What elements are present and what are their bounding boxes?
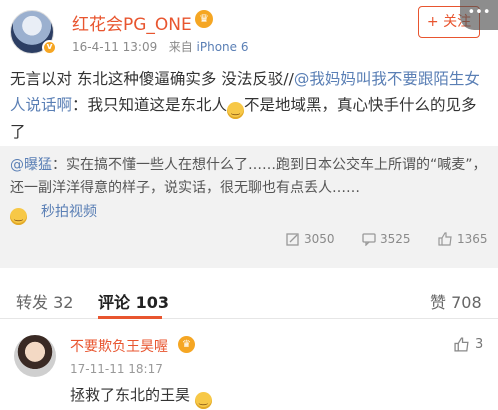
post-source[interactable]: iPhone 6 [197, 40, 249, 54]
active-tab-indicator [98, 316, 162, 319]
comment-like-count: 3 [475, 337, 484, 352]
more-dots-icon[interactable]: ••• [460, 0, 498, 30]
post-text-part1: 无言以对 东北这种傻逼确实多 没法反驳// [10, 70, 294, 88]
post-meta: 16-4-11 13:09 来自 iPhone 6 [72, 38, 249, 55]
repost-mention[interactable]: @曝猛 [10, 157, 52, 173]
repost-icon [286, 233, 299, 246]
comment-like-button[interactable]: 3 [454, 337, 483, 352]
comment-item: 不要欺负王昊喔 ♛ 17-11-11 18:17 拯救了东北的王昊 ‿ 3 [0, 326, 498, 410]
commenter-username[interactable]: 不要欺负王昊喔 [70, 336, 168, 356]
post-header: v 红花会PG_ONE ♛ 16-4-11 13:09 来自 iPhone 6 … [0, 0, 498, 62]
post-body: 无言以对 东北这种傻逼确实多 没法反驳//@我妈妈叫我不要跟陌生女人说话啊：我只… [10, 66, 488, 145]
emoji-face-icon: ‿ [194, 392, 212, 409]
tab-likes[interactable]: 赞 708 [430, 289, 482, 313]
post-text-part2: ：我只知道这是东北人 [72, 96, 228, 114]
verified-badge-icon: v [42, 40, 57, 55]
video-label[interactable]: 秒拍视频 [41, 204, 97, 220]
vip-crown-icon: ♛ [178, 336, 195, 353]
repost-text: ：实在搞不懂一些人在想什么了……跑到日本公交车上所谓的“喊麦”，还一副洋洋得意的… [10, 157, 487, 196]
comment-count: 3525 [380, 232, 411, 246]
comment-body: 拯救了东北的王昊 [70, 386, 191, 404]
repost-count-button[interactable]: 3050 [286, 232, 335, 246]
repost-body: @曝猛：实在搞不懂一些人在想什么了……跑到日本公交车上所谓的“喊麦”，还一副洋洋… [10, 154, 490, 200]
thumbs-up-icon [438, 232, 452, 246]
repost-count: 3050 [304, 232, 335, 246]
emoji-face-icon: ‿ [227, 102, 245, 119]
comment-text: 拯救了东北的王昊 ‿ [70, 384, 212, 409]
comment-time: 17-11-11 18:17 [70, 362, 163, 376]
tab-comments[interactable]: 评论 103 [98, 289, 169, 313]
source-prefix: 来自 [168, 40, 193, 54]
comment-icon [362, 233, 376, 246]
emoji-face-icon: ‿ [10, 208, 27, 225]
repost-box[interactable]: @曝猛：实在搞不懂一些人在想什么了……跑到日本公交车上所谓的“喊麦”，还一副洋洋… [0, 146, 498, 268]
vip-crown-icon: ♛ [195, 10, 213, 28]
interaction-tabs: 转发 32 评论 103 赞 708 [0, 281, 498, 319]
video-link[interactable]: ‿ 秒拍视频 [10, 201, 97, 225]
thumbs-up-icon [454, 337, 469, 352]
comment-count-button[interactable]: 3525 [362, 232, 411, 246]
tab-reposts[interactable]: 转发 32 [16, 289, 73, 313]
repost-stats: 3050 3525 1365 [0, 232, 498, 256]
post-date: 16-4-11 13:09 [72, 40, 158, 54]
like-count-button[interactable]: 1365 [438, 232, 488, 246]
like-count: 1365 [457, 232, 488, 246]
commenter-avatar[interactable] [14, 335, 56, 377]
author-username[interactable]: 红花会PG_ONE [72, 10, 192, 35]
